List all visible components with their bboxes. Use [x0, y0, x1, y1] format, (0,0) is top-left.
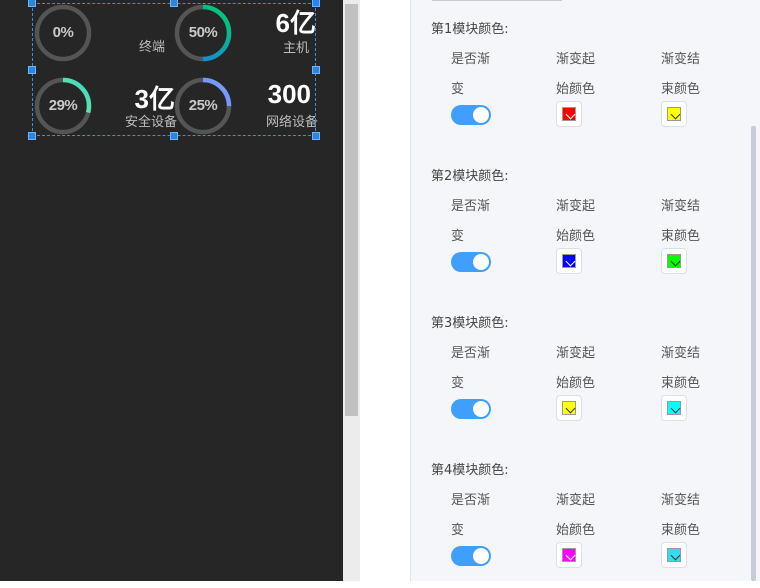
- module-color-block-2: 第2模块颜色: 是否渐 变 渐变起 始颜色 渐变结 束颜色: [411, 147, 751, 294]
- start-color-label: 渐变起: [556, 52, 596, 67]
- end-color-label-2: 束颜色: [661, 523, 701, 538]
- start-color-picker[interactable]: [556, 395, 582, 421]
- module-title: 第2模块颜色:: [431, 169, 509, 184]
- start-color-label-2: 始颜色: [556, 376, 596, 391]
- module-color-block-4: 第4模块颜色: 是否渐 变 渐变起 始颜色 渐变结 束颜色: [411, 441, 751, 588]
- gradient-label: 是否渐: [451, 346, 491, 361]
- end-color-picker[interactable]: [661, 542, 687, 568]
- gradient-label-2: 变: [451, 523, 465, 538]
- gradient-toggle[interactable]: [451, 105, 491, 125]
- resize-handle-se[interactable]: [312, 132, 320, 140]
- resize-handle-ne[interactable]: [312, 0, 320, 7]
- chevron-down-icon: [565, 550, 576, 561]
- canvas-scrollbar[interactable]: [343, 0, 360, 581]
- start-color-label: 渐变起: [556, 199, 596, 214]
- start-color-picker[interactable]: [556, 101, 582, 127]
- gradient-toggle[interactable]: [451, 546, 491, 566]
- preview-canvas: 0% 50% 29% 25% 终端 6亿 主机 3亿 安全设备 300 网络设备: [0, 0, 343, 581]
- color-fill: [562, 401, 576, 415]
- resize-handle-nw[interactable]: [28, 0, 36, 7]
- gradient-label: 是否渐: [451, 199, 491, 214]
- chevron-down-icon: [565, 109, 576, 120]
- start-color-label-2: 始颜色: [556, 229, 596, 244]
- end-color-picker[interactable]: [661, 101, 687, 127]
- resize-handle-sw[interactable]: [28, 132, 36, 140]
- toggle-knob: [473, 107, 489, 123]
- color-settings-panel: 第1模块颜色: 是否渐 变 渐变起 始颜色 渐变结 束颜色 第2模块颜色: 是否…: [410, 0, 760, 581]
- color-fill: [562, 107, 576, 121]
- gradient-label-2: 变: [451, 82, 465, 97]
- end-color-label: 渐变结: [661, 346, 701, 361]
- resize-handle-s[interactable]: [170, 132, 178, 140]
- toggle-knob: [473, 401, 489, 417]
- chevron-down-icon: [670, 403, 681, 414]
- start-color-label: 渐变起: [556, 493, 596, 508]
- module-title: 第4模块颜色:: [431, 463, 509, 478]
- resize-handle-w[interactable]: [28, 66, 36, 74]
- gradient-toggle[interactable]: [451, 252, 491, 272]
- toggle-knob: [473, 548, 489, 564]
- start-color-label: 渐变起: [556, 346, 596, 361]
- end-color-label-2: 束颜色: [661, 82, 701, 97]
- gradient-toggle[interactable]: [451, 399, 491, 419]
- panel-scrollbar[interactable]: [751, 126, 756, 581]
- module-title: 第3模块颜色:: [431, 316, 509, 331]
- end-color-label: 渐变结: [661, 52, 701, 67]
- end-color-label-2: 束颜色: [661, 229, 701, 244]
- start-color-picker[interactable]: [556, 248, 582, 274]
- module-color-block-3: 第3模块颜色: 是否渐 变 渐变起 始颜色 渐变结 束颜色: [411, 294, 751, 441]
- start-color-label-2: 始颜色: [556, 82, 596, 97]
- canvas-scrollbar-thumb[interactable]: [345, 4, 358, 416]
- chevron-down-icon: [670, 550, 681, 561]
- color-fill: [667, 254, 681, 268]
- toggle-knob: [473, 254, 489, 270]
- module-title: 第1模块颜色:: [431, 22, 509, 37]
- start-color-label-2: 始颜色: [556, 523, 596, 538]
- color-fill: [667, 401, 681, 415]
- chevron-down-icon: [565, 403, 576, 414]
- color-fill: [667, 107, 681, 121]
- start-color-picker[interactable]: [556, 542, 582, 568]
- gradient-label-2: 变: [451, 376, 465, 391]
- resize-handle-n[interactable]: [170, 0, 178, 7]
- end-color-picker[interactable]: [661, 248, 687, 274]
- chevron-down-icon: [670, 109, 681, 120]
- module-color-block-1: 第1模块颜色: 是否渐 变 渐变起 始颜色 渐变结 束颜色: [411, 0, 751, 147]
- end-color-label: 渐变结: [661, 199, 701, 214]
- color-fill: [562, 548, 576, 562]
- resize-handle-e[interactable]: [312, 66, 320, 74]
- color-fill: [562, 254, 576, 268]
- color-fill: [667, 548, 681, 562]
- chevron-down-icon: [670, 256, 681, 267]
- end-color-label-2: 束颜色: [661, 376, 701, 391]
- end-color-picker[interactable]: [661, 395, 687, 421]
- gradient-label: 是否渐: [451, 52, 491, 67]
- gradient-label: 是否渐: [451, 493, 491, 508]
- end-color-label: 渐变结: [661, 493, 701, 508]
- gradient-label-2: 变: [451, 229, 465, 244]
- chevron-down-icon: [565, 256, 576, 267]
- selection-box[interactable]: [32, 3, 316, 136]
